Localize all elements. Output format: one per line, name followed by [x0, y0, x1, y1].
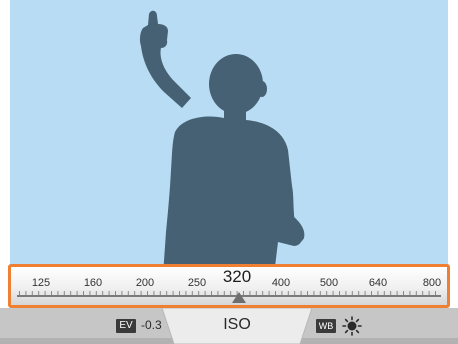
scale-tick [217, 291, 219, 295]
camera-screen: 125 160 200 250 320 400 500 640 800 EV -0.3 ISO … [0, 0, 458, 344]
iso-dial[interactable]: 125 160 200 250 320 400 500 640 800 [8, 264, 450, 308]
scale-tick [159, 291, 161, 295]
scale-tick [63, 291, 65, 295]
scale-tick [383, 291, 385, 295]
scale-tick [102, 291, 104, 295]
iso-value[interactable]: 500 [320, 277, 338, 289]
scale-tick [25, 291, 27, 295]
scale-tick [153, 291, 155, 295]
iso-value[interactable]: 400 [272, 277, 290, 289]
scale-tick [115, 291, 116, 295]
iso-value[interactable]: 125 [32, 277, 50, 289]
scale-tick [121, 291, 123, 295]
scale-tick [223, 291, 225, 295]
scale-tick [230, 291, 232, 295]
iso-value-selected[interactable]: 320 [223, 267, 251, 286]
iso-value[interactable]: 200 [136, 277, 154, 289]
scale-tick [31, 291, 33, 295]
scale-tick [422, 291, 424, 295]
scale-tick [179, 291, 180, 295]
scale-tick [191, 291, 193, 295]
scale-tick [415, 291, 417, 295]
ev-value: -0.3 [141, 318, 162, 332]
iso-value[interactable]: 640 [369, 277, 387, 289]
scale-tick [134, 291, 136, 295]
scale-labels: 125 160 200 250 320 400 500 640 800 [32, 267, 441, 289]
scale-tick [262, 291, 264, 295]
scale-tick [313, 291, 315, 295]
scale-tick [70, 291, 72, 295]
scale-tick [428, 291, 430, 295]
scale-tick [339, 291, 340, 295]
ev-badge[interactable]: EV [116, 319, 136, 333]
scale-tick [294, 291, 296, 295]
scale-tick [390, 291, 392, 295]
scale-tick [140, 291, 142, 295]
scale-tick [211, 291, 212, 295]
scale-tick [319, 291, 321, 295]
sun-icon [342, 316, 362, 336]
scale-tick [332, 291, 334, 295]
scale-tick [403, 291, 404, 295]
scale-tick [377, 291, 379, 295]
scale-tick [127, 291, 129, 295]
scale-tick [166, 291, 168, 295]
scale-tick [409, 291, 411, 295]
scale-tick [287, 291, 289, 295]
scale-ticks [19, 291, 436, 295]
scale-tick [76, 291, 78, 295]
scale-tick [147, 291, 148, 295]
scale-tick [185, 291, 187, 295]
scale-tick [38, 291, 40, 295]
scale-tick [95, 291, 97, 295]
scale-tick [198, 291, 200, 295]
scale-tick [108, 291, 110, 295]
scale-tick [345, 291, 347, 295]
scale-tick [243, 291, 244, 295]
scale-tick [396, 291, 398, 295]
iso-tab-label: ISO [223, 316, 251, 333]
scale-tick [300, 291, 302, 295]
iso-value[interactable]: 160 [84, 277, 102, 289]
scale-tick [51, 291, 52, 295]
scale-tick [249, 291, 251, 295]
scale-tick [364, 291, 366, 295]
wb-badge[interactable]: WB [316, 319, 336, 333]
iso-scale[interactable]: 125 160 200 250 320 400 500 640 800 [11, 267, 447, 305]
iso-value[interactable]: 250 [188, 277, 206, 289]
scale-tick [83, 291, 84, 295]
scale-tick [57, 291, 59, 295]
scale-tick [275, 291, 276, 295]
scale-tick [307, 291, 308, 295]
iso-value[interactable]: 800 [423, 277, 441, 289]
scale-tick [255, 291, 257, 295]
scale-tick [89, 291, 91, 295]
scale-tick [44, 291, 46, 295]
scale-tick [19, 291, 20, 295]
scale-tick [435, 291, 436, 295]
scale-tick [236, 291, 238, 295]
child-silhouette [139, 10, 305, 275]
viewfinder [10, 0, 448, 275]
scale-tick [371, 291, 372, 295]
scale-tick [172, 291, 174, 295]
scale-tick [281, 291, 283, 295]
scale-tick [204, 291, 206, 295]
scale-tick [358, 291, 360, 295]
scale-tick [351, 291, 353, 295]
scale-baseline [17, 295, 441, 297]
scale-tick [326, 291, 328, 295]
scale-tick [268, 291, 270, 295]
